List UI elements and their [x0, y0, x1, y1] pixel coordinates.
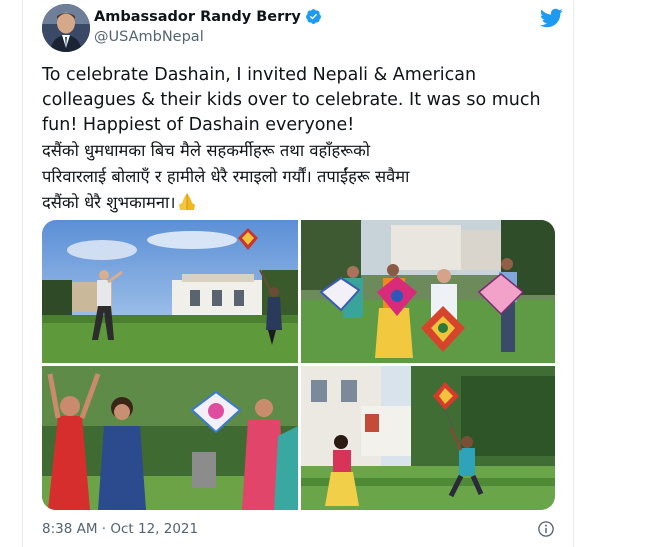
- info-icon[interactable]: [537, 520, 555, 538]
- author-avatar[interactable]: [42, 4, 90, 52]
- folded-hands-icon: [178, 193, 195, 210]
- twitter-bird-icon[interactable]: [539, 6, 563, 30]
- tweet-text: To celebrate Dashain, I invited Nepali &…: [42, 63, 552, 216]
- photo-women-celebrating[interactable]: [42, 366, 298, 510]
- author-handle[interactable]: @USAmbNepal: [94, 29, 204, 45]
- tweet-card: Ambassador Randy Berry @USAmbNepal To ce…: [22, 0, 574, 547]
- tweet-text-english: To celebrate Dashain, I invited Nepali &…: [42, 65, 541, 135]
- tweet-text-nepali: दसैंको धुमधामका बिच मैले सहकर्मीहरू तथा …: [42, 141, 410, 212]
- photo-kids-with-kites[interactable]: [301, 220, 555, 363]
- verified-badge-icon: [305, 9, 321, 24]
- photo-kite-in-garden[interactable]: [301, 366, 555, 510]
- tweet-timestamp[interactable]: 8:38 AM · Oct 12, 2021: [42, 521, 198, 537]
- photo-kite-flying-lawn[interactable]: [42, 220, 298, 363]
- author-name[interactable]: Ambassador Randy Berry: [94, 9, 301, 25]
- photo-grid[interactable]: [42, 220, 555, 510]
